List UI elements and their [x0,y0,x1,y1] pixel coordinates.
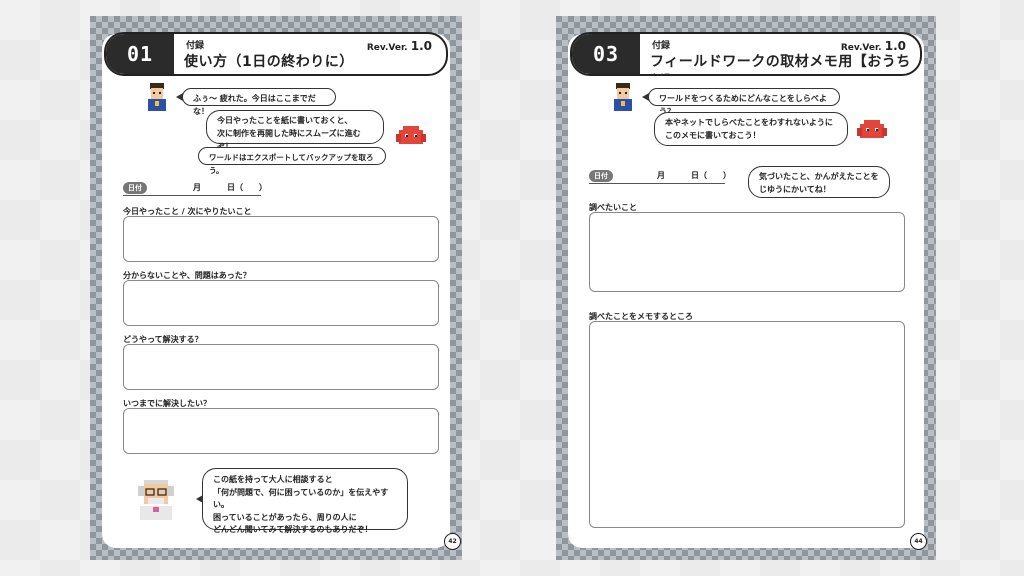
boy-character-icon [614,83,632,111]
date-row: 日付 月 日（ ） [589,170,731,182]
version-label: Rev.Ver. 1.0 [840,39,906,53]
month-label: 月 [657,171,665,180]
date-tag: 日付 [589,170,613,182]
date-underline [123,195,261,196]
day-label: 日（ ） [227,183,267,192]
field-box-problems[interactable] [123,280,439,326]
page-header: 03 付録 フィールドワークの取材メモ用【おうち版】 Rev.Ver. 1.0 [570,32,922,76]
page-number: 44 [910,533,927,550]
section-number: 03 [572,34,640,74]
worksheet-left: 01 付録 使い方（1日の終わりに） Rev.Ver. 1.0 ふぅ〜 疲れた。… [90,16,462,560]
date-row: 日付 月 日（ ） [123,182,267,194]
field-box-today[interactable] [123,216,439,262]
worksheet-right: 03 付録 フィールドワークの取材メモ用【おうち版】 Rev.Ver. 1.0 … [556,16,936,560]
speech-bubble-write-memo: 本やネットでしらべたことをわすれないように このメモに書いておこう！ [654,112,848,146]
speech-bubble-what-research: ワールドをつくるためにどんなことをしらべよう？ [642,88,840,116]
field-box-deadline[interactable] [123,408,439,454]
field-box-how-solve[interactable] [123,344,439,390]
section-tag: 付録 [186,41,205,51]
speech-bubble-notes: 気づいたこと、かんがえたことを じゆうにかいてね！ [748,166,890,198]
month-label: 月 [193,183,201,192]
field-box-research-topic[interactable] [589,212,905,292]
red-monster-icon [396,126,426,144]
red-monster-icon [857,120,887,138]
page-title: 使い方（1日の終わりに） [184,54,354,70]
page-number: 42 [444,533,461,550]
day-label: 日（ ） [691,171,731,180]
field-box-research-memo[interactable] [589,321,905,528]
date-tag: 日付 [123,182,147,194]
speech-bubble-write-down: 今日やったことを紙に書いておくと、 次に制作を再開した時にスムーズに進むぞ！ [206,110,384,151]
speech-bubble-advice: この紙を持って大人に相談すると 「何が問題で、何に困っているのか」を伝えやすい。… [196,468,408,534]
old-man-character-icon [138,480,174,520]
speech-bubble-tired: ふぅ〜 疲れた。今日はここまでだな！ [176,88,336,116]
section-number: 01 [106,34,174,74]
speech-bubble-backup: ワールドはエクスポートしてバックアップを取ろう。 [198,147,386,175]
date-underline [589,183,725,184]
page-header: 01 付録 使い方（1日の終わりに） Rev.Ver. 1.0 [104,32,448,76]
page-title: フィールドワークの取材メモ用【おうち版】 [650,54,911,70]
section-tag: 付録 [652,41,671,51]
version-label: Rev.Ver. 1.0 [366,39,432,53]
boy-character-icon [148,83,166,111]
